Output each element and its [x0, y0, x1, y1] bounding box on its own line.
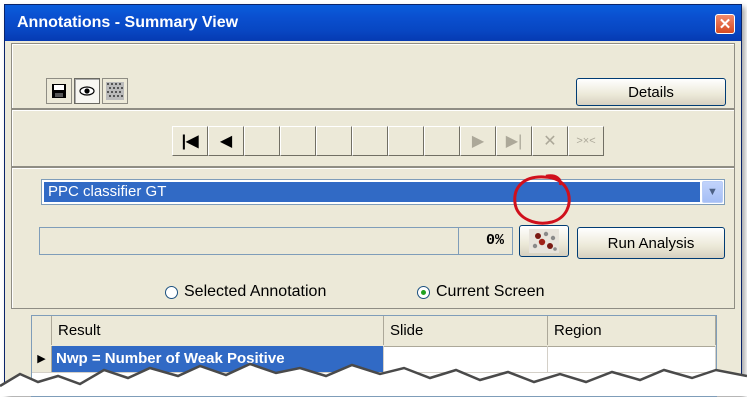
- save-button[interactable]: [46, 78, 72, 104]
- header-corner: [32, 316, 52, 345]
- nav-blank-2[interactable]: [280, 126, 316, 156]
- cancel-edit-button[interactable]: >×<: [568, 126, 604, 156]
- first-record-icon: |◀: [181, 133, 199, 150]
- radio-current-screen-button[interactable]: [417, 285, 430, 299]
- dropdown-arrow[interactable]: ▼: [702, 181, 723, 203]
- run-analysis-label: Run Analysis: [607, 234, 695, 252]
- view-button[interactable]: [74, 78, 100, 104]
- results-table-header: Result Slide Region: [32, 316, 716, 347]
- nav-blank-5[interactable]: [388, 126, 424, 156]
- analysis-progress-bar: 0%: [39, 227, 513, 255]
- radio-selected-annotation[interactable]: Selected Annotation: [165, 283, 326, 301]
- window-title: Annotations - Summary View: [17, 14, 239, 31]
- nav-blank-3[interactable]: [316, 126, 352, 156]
- column-header-region[interactable]: Region: [548, 316, 716, 345]
- column-region-label: Region: [554, 322, 602, 339]
- next-record-button[interactable]: ▶: [460, 126, 496, 156]
- last-record-button[interactable]: ▶|: [496, 126, 532, 156]
- details-label: Details: [628, 83, 674, 101]
- nav-blank-1[interactable]: [244, 126, 280, 156]
- save-icon: [52, 84, 66, 98]
- details-button[interactable]: Details: [576, 78, 726, 106]
- analysis-markup-button[interactable]: [519, 225, 569, 257]
- column-result-label: Result: [58, 322, 101, 339]
- eye-icon: [79, 86, 95, 96]
- column-header-result[interactable]: Result: [52, 316, 384, 345]
- next-record-icon: ▶: [471, 133, 485, 150]
- last-record-icon: ▶|: [505, 133, 523, 150]
- toolbar-panel: Details: [11, 43, 735, 109]
- delete-icon: ✕: [543, 133, 557, 150]
- radio-selected-annotation-label: Selected Annotation: [184, 283, 327, 300]
- navigation-panel: |◀ ◀ ▶ ▶| ✕ >×<: [11, 109, 735, 167]
- radio-current-screen-label: Current Screen: [436, 283, 545, 300]
- nav-blank-6[interactable]: [424, 126, 460, 156]
- cancel-icon: >×<: [576, 135, 596, 147]
- torn-edge: [0, 362, 747, 396]
- chevron-down-icon: ▼: [707, 186, 718, 198]
- algorithm-select-value: PPC classifier GT: [44, 182, 700, 202]
- progress-percent: 0%: [485, 232, 504, 249]
- close-button[interactable]: ✕: [715, 14, 735, 34]
- algorithm-select[interactable]: PPC classifier GT ▼: [41, 179, 725, 205]
- run-analysis-button[interactable]: Run Analysis: [577, 227, 725, 259]
- column-header-slide[interactable]: Slide: [384, 316, 548, 345]
- previous-record-icon: ◀: [219, 133, 233, 150]
- progress-divider: [458, 228, 459, 254]
- annotations-window: Annotations - Summary View ✕ Details |◀ …: [4, 4, 742, 397]
- title-bar[interactable]: Annotations - Summary View ✕: [5, 5, 741, 41]
- first-record-button[interactable]: |◀: [172, 126, 208, 156]
- nav-blank-4[interactable]: [352, 126, 388, 156]
- radio-current-screen[interactable]: Current Screen: [417, 283, 545, 301]
- close-icon: ✕: [718, 16, 732, 33]
- analysis-markup-icon: [529, 229, 559, 253]
- overlay-button[interactable]: [102, 78, 128, 104]
- previous-record-button[interactable]: ◀: [208, 126, 244, 156]
- radio-selected-annotation-button[interactable]: [165, 285, 178, 299]
- delete-button[interactable]: ✕: [532, 126, 568, 156]
- grid-overlay-icon: [106, 82, 124, 100]
- highlight-circle: [513, 174, 571, 225]
- column-slide-label: Slide: [390, 322, 424, 339]
